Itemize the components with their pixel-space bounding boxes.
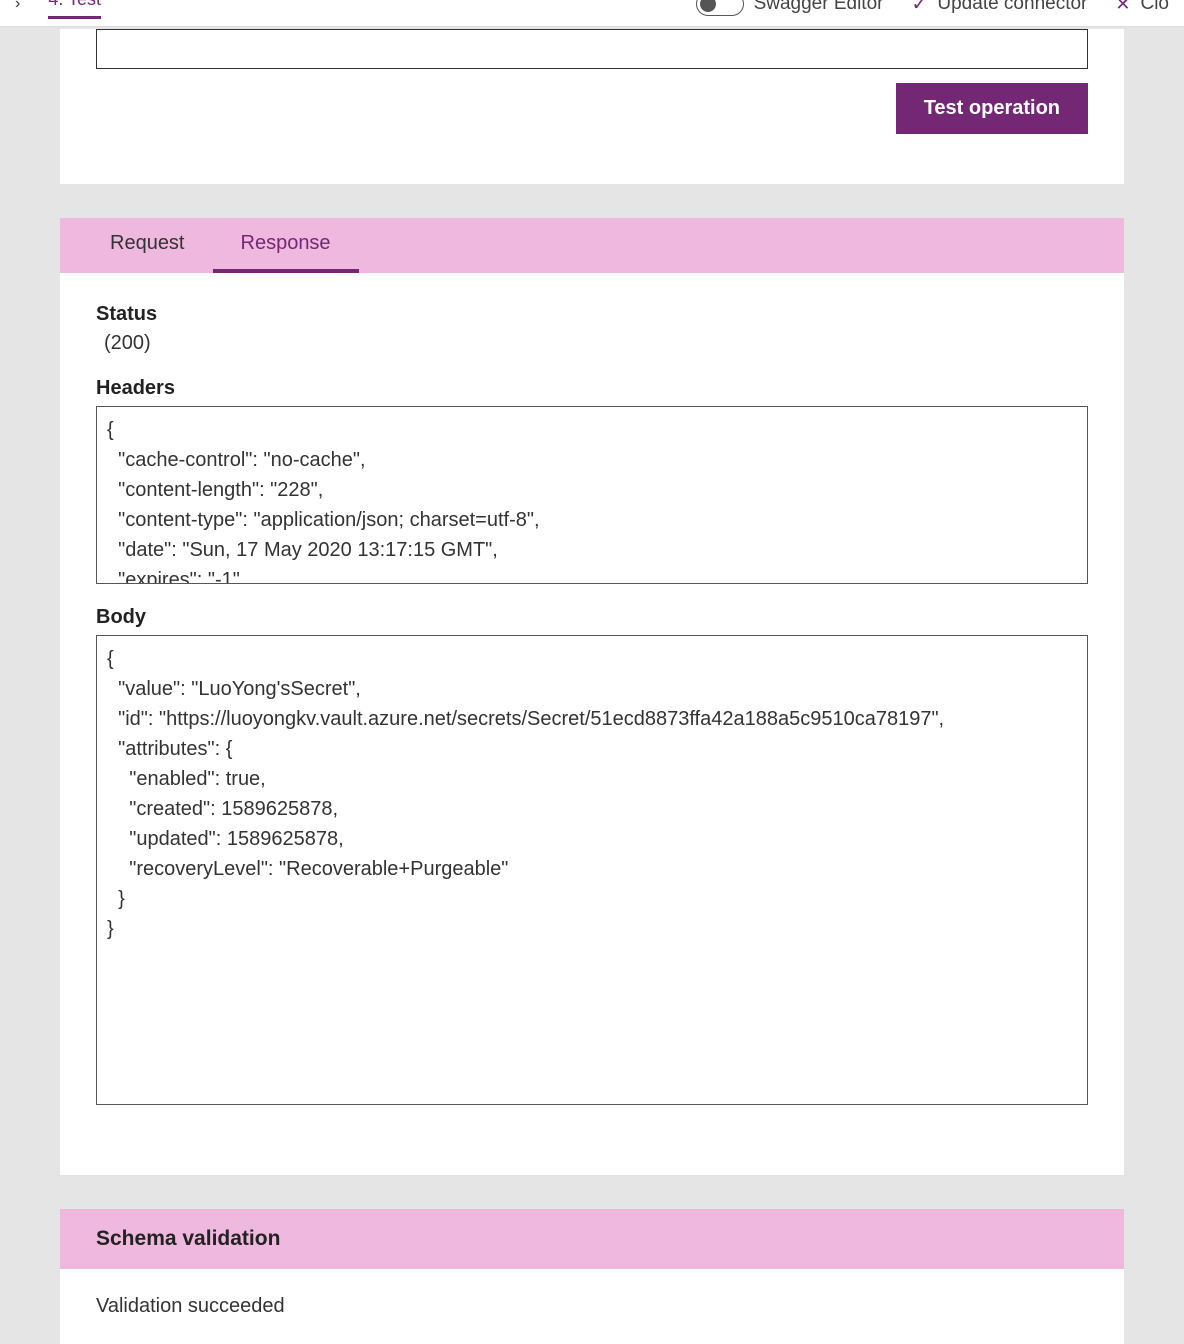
update-connector-label[interactable]: Update connector [937,0,1087,15]
body-content[interactable]: { "value": "LuoYong'sSecret", "id": "htt… [96,635,1088,1105]
top-tab-test[interactable]: 4. Test [48,0,101,19]
chevron-right-icon: › [15,0,20,13]
body-label: Body [96,606,1088,629]
headers-content[interactable]: { "cache-control": "no-cache", "content-… [96,406,1088,584]
check-icon: ✓ [911,0,927,16]
test-input[interactable] [96,29,1088,69]
status-value: (200) [96,332,1088,355]
top-toolbar: › 4. Test Swagger Editor ✓ Update connec… [0,0,1184,27]
response-card: Request Response Status (200) Headers { … [60,218,1124,1175]
tab-response[interactable]: Response [213,232,359,273]
tab-header: Request Response [60,218,1124,273]
test-operation-button[interactable]: Test operation [896,83,1088,134]
tab-request[interactable]: Request [82,232,213,273]
swagger-label: Swagger Editor [754,0,884,15]
headers-label: Headers [96,377,1088,400]
schema-title: Schema validation [60,1209,1124,1269]
swagger-toggle[interactable] [696,0,744,16]
schema-card: Schema validation Validation succeeded [60,1209,1124,1344]
schema-message: Validation succeeded [60,1269,1124,1344]
close-label[interactable]: Clo [1140,0,1169,15]
close-icon[interactable]: ✕ [1115,0,1130,15]
test-card: Test operation [60,29,1124,184]
status-label: Status [96,303,1088,326]
